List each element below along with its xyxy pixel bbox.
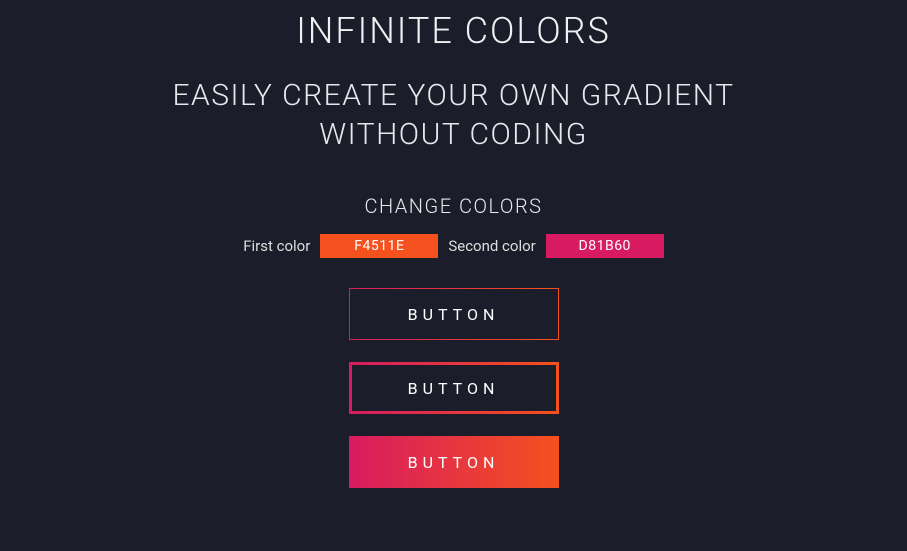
button-stack: BUTTON BUTTON BUTTON bbox=[349, 288, 559, 488]
page-container: INFINITE COLORS EASILY CREATE YOUR OWN G… bbox=[0, 0, 907, 488]
second-color-input[interactable] bbox=[546, 234, 664, 258]
first-color-label: First color bbox=[243, 237, 310, 255]
second-color-label: Second color bbox=[448, 237, 535, 255]
gradient-button-outline-thick[interactable]: BUTTON bbox=[349, 362, 559, 414]
page-title: INFINITE COLORS bbox=[296, 10, 611, 52]
change-colors-label: CHANGE COLORS bbox=[364, 194, 542, 218]
page-subtitle: EASILY CREATE YOUR OWN GRADIENT WITHOUT … bbox=[104, 76, 804, 154]
gradient-button-solid[interactable]: BUTTON bbox=[349, 436, 559, 488]
color-inputs-row: First color Second color bbox=[243, 234, 664, 258]
first-color-input[interactable] bbox=[320, 234, 438, 258]
gradient-button-outline-thin[interactable]: BUTTON bbox=[349, 288, 559, 340]
